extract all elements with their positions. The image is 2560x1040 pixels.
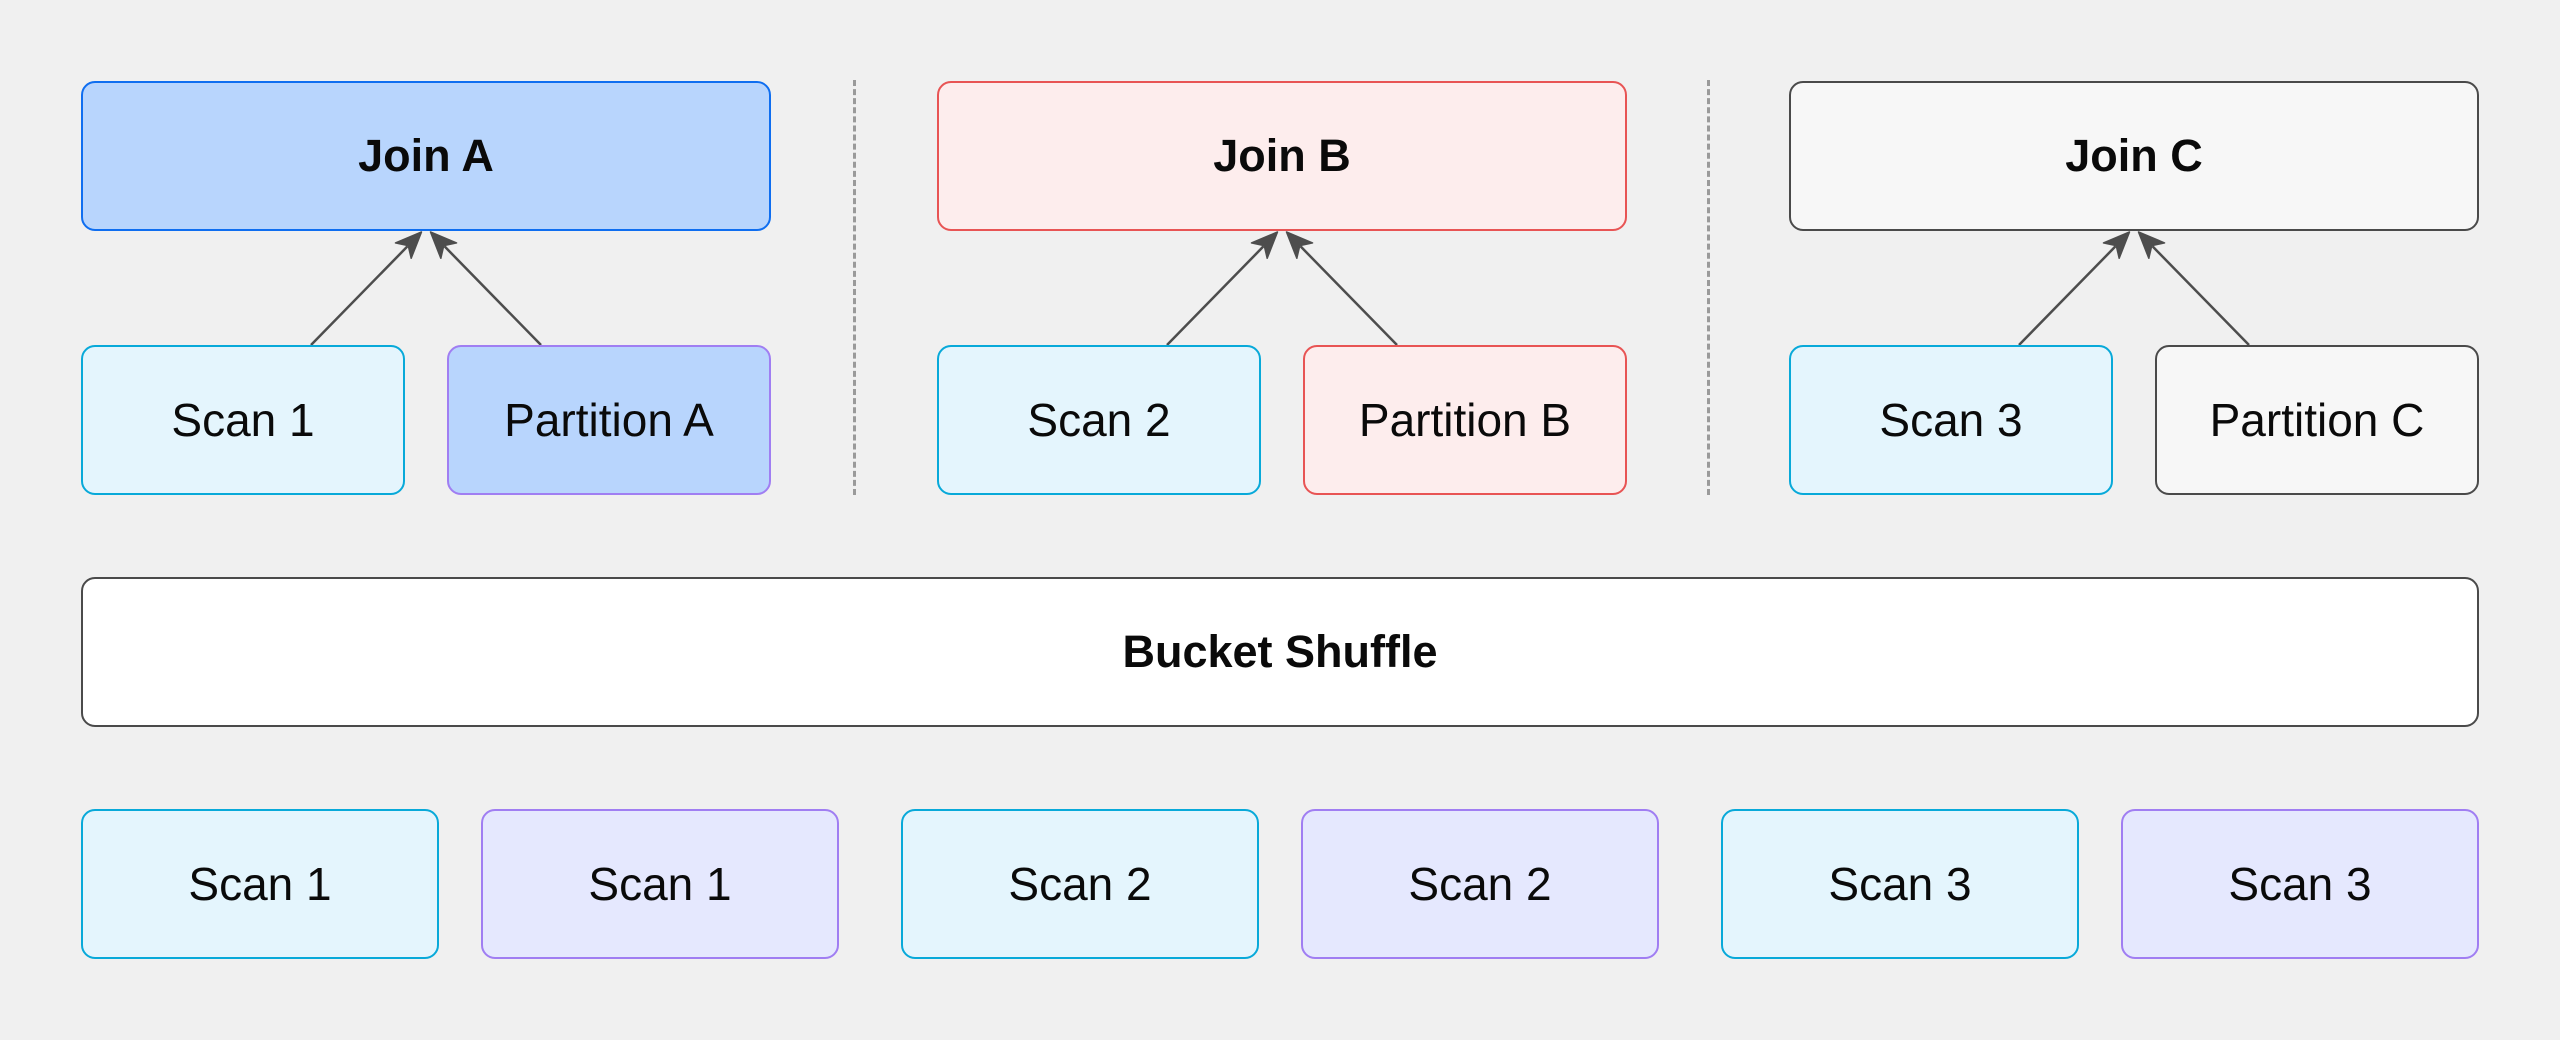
join-c-label: Join C: [2065, 130, 2203, 181]
bottom-scan-label: Scan 1: [188, 858, 332, 910]
partition-a-node[interactable]: Partition A: [447, 345, 771, 495]
scan-3-node[interactable]: Scan 3: [1789, 345, 2113, 495]
scan-3-label: Scan 3: [1879, 394, 2023, 446]
scan-1-label: Scan 1: [171, 394, 315, 446]
bottom-scan-label: Scan 2: [1408, 858, 1552, 910]
scan-2-node[interactable]: Scan 2: [937, 345, 1261, 495]
group-divider-2: [1707, 80, 1710, 495]
bucket-shuffle-node[interactable]: Bucket Shuffle: [81, 577, 2479, 727]
edge-line: [1299, 245, 1398, 346]
group-divider-1: [853, 80, 856, 495]
arrowhead-icon: [1285, 231, 1314, 260]
scan-2-label: Scan 2: [1027, 394, 1171, 446]
bottom-scan-node[interactable]: Scan 3: [1721, 809, 2079, 959]
edge-line: [2018, 245, 2117, 346]
bucket-shuffle-label: Bucket Shuffle: [1122, 626, 1438, 677]
join-a-node[interactable]: Join A: [81, 81, 771, 231]
edge-line: [2151, 245, 2250, 346]
bottom-scan-node[interactable]: Scan 2: [901, 809, 1259, 959]
bottom-scan-label: Scan 3: [1828, 858, 1972, 910]
edge-line: [443, 245, 542, 346]
join-b-label: Join B: [1213, 130, 1351, 181]
partition-c-node[interactable]: Partition C: [2155, 345, 2479, 495]
partition-b-label: Partition B: [1358, 394, 1572, 446]
partition-c-label: Partition C: [2209, 394, 2425, 446]
partition-b-node[interactable]: Partition B: [1303, 345, 1627, 495]
join-a-label: Join A: [358, 130, 494, 181]
partition-a-label: Partition A: [504, 394, 714, 446]
edge-line: [1166, 245, 1265, 346]
join-c-node[interactable]: Join C: [1789, 81, 2479, 231]
bottom-scan-label: Scan 2: [1008, 858, 1152, 910]
arrowhead-icon: [429, 231, 458, 260]
scan-1-node[interactable]: Scan 1: [81, 345, 405, 495]
arrowhead-icon: [394, 231, 423, 260]
join-b-node[interactable]: Join B: [937, 81, 1627, 231]
bottom-scan-node[interactable]: Scan 1: [481, 809, 839, 959]
edge-line: [310, 245, 409, 346]
bottom-scan-label: Scan 3: [2228, 858, 2372, 910]
arrowhead-icon: [2102, 231, 2131, 260]
bottom-scan-node[interactable]: Scan 1: [81, 809, 439, 959]
bottom-scan-label: Scan 1: [588, 858, 732, 910]
bottom-scan-node[interactable]: Scan 2: [1301, 809, 1659, 959]
arrowhead-icon: [1250, 231, 1279, 260]
bottom-scan-node[interactable]: Scan 3: [2121, 809, 2479, 959]
arrowhead-icon: [2137, 231, 2166, 260]
